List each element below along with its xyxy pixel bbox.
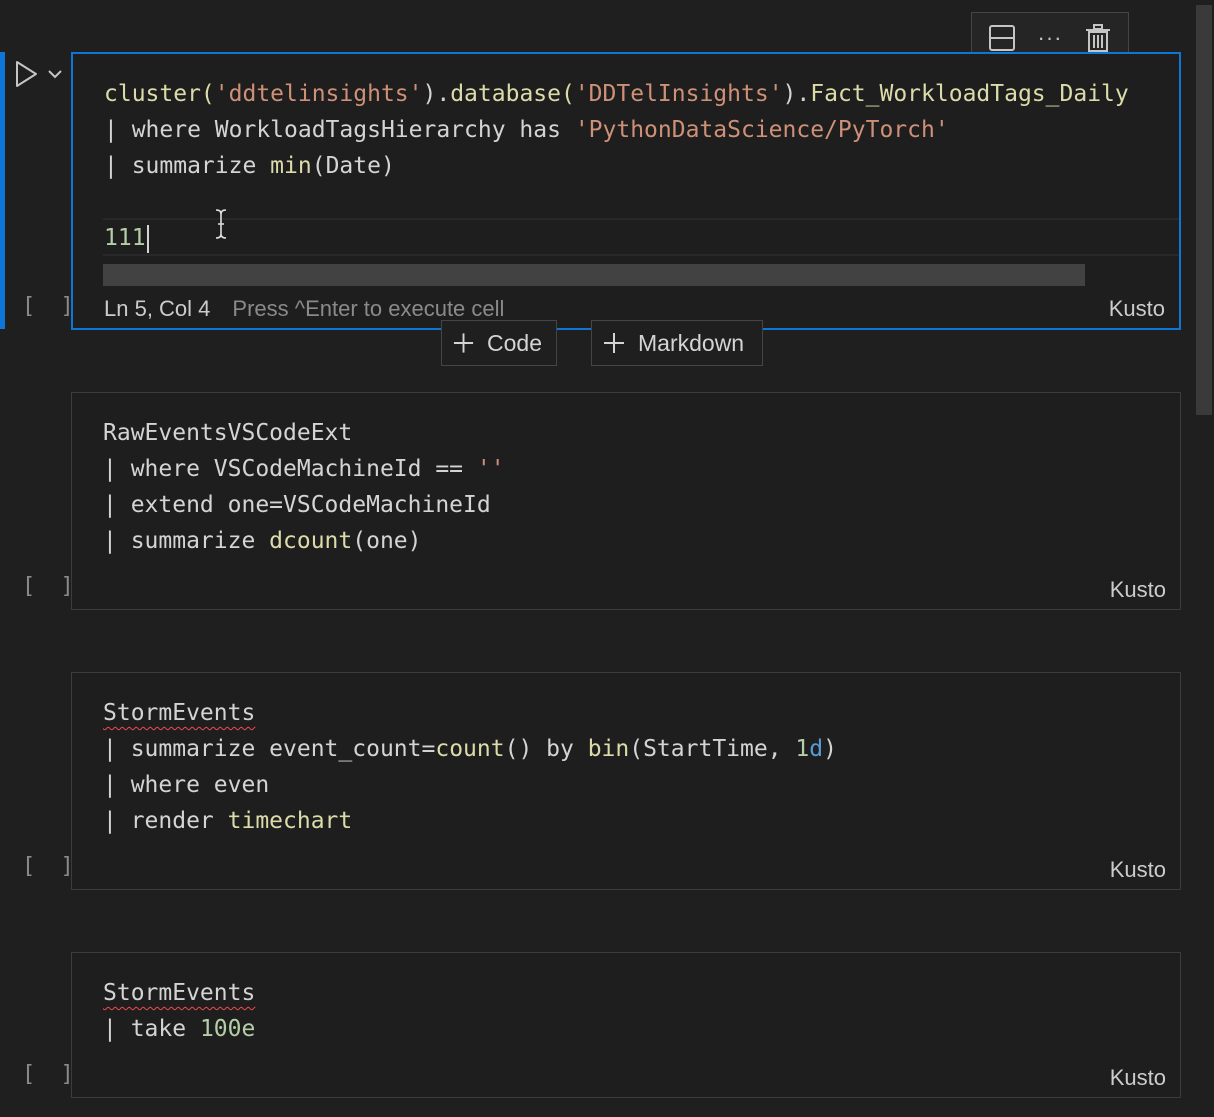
more-actions-icon: ··· xyxy=(1037,25,1063,50)
code-line[interactable]: cluster('ddtelinsights').database('DDTel… xyxy=(104,76,1129,112)
horizontal-scrollbar[interactable] xyxy=(103,264,1085,286)
text-cursor-icon xyxy=(215,209,227,239)
code-editor[interactable]: StormEvents | summarize event_count=count… xyxy=(103,695,837,839)
code-token: RawEventsVSCodeExt xyxy=(103,420,353,446)
code-line[interactable] xyxy=(104,184,1129,220)
code-line[interactable]: | extend one=VSCodeMachineId xyxy=(103,487,505,523)
delete-icon xyxy=(1086,24,1110,52)
play-icon xyxy=(16,61,37,87)
code-line[interactable]: | where WorkloadTagsHierarchy has 'Pytho… xyxy=(104,112,1129,148)
text-caret xyxy=(146,224,149,253)
more-actions-button[interactable]: ··· xyxy=(1032,20,1068,56)
code-token: ). xyxy=(422,81,451,107)
run-cell-button[interactable] xyxy=(12,60,40,88)
add-code-cell-button[interactable]: Code xyxy=(441,320,557,366)
code-cell[interactable]: cluster('ddtelinsights').database('DDTel… xyxy=(71,52,1181,330)
code-token: database( xyxy=(450,81,575,107)
cell-language-label[interactable]: Kusto xyxy=(1110,1065,1166,1091)
code-line[interactable]: | where VSCodeMachineId == '' xyxy=(103,451,505,487)
add-markdown-label: Markdown xyxy=(638,329,745,356)
cell-language-label[interactable]: Kusto xyxy=(1109,296,1165,322)
code-token: 'ddtelinsights' xyxy=(214,81,423,107)
code-token: d xyxy=(809,736,824,762)
code-token: 111 xyxy=(104,225,146,251)
execute-hint: Press ^Enter to execute cell xyxy=(232,296,505,321)
code-token: 'DDTelInsights' xyxy=(574,81,783,107)
code-token: count xyxy=(435,736,505,762)
code-token: StormEvents xyxy=(103,980,256,1006)
code-cell[interactable]: RawEventsVSCodeExt | where VSCodeMachineI… xyxy=(71,392,1181,610)
add-code-label: Code xyxy=(487,329,542,356)
code-token: | where WorkloadTagsHierarchy has xyxy=(104,117,575,143)
code-token: | render xyxy=(103,808,228,834)
code-token: | where VSCodeMachineId == xyxy=(103,456,477,482)
code-token: min xyxy=(270,153,312,179)
code-token: | where even xyxy=(103,772,270,798)
cell-language-label[interactable]: Kusto xyxy=(1110,577,1166,603)
cell-status-bar: Ln 5, Col 4 Press ^Enter to execute cell xyxy=(104,296,504,322)
code-line[interactable]: | take 100e xyxy=(103,1011,255,1047)
code-token: bin xyxy=(587,736,630,762)
code-token: (Date) xyxy=(311,153,395,179)
code-line[interactable]: | summarize min(Date) xyxy=(104,148,1129,184)
code-token: ). xyxy=(782,81,811,107)
cursor-position: Ln 5, Col 4 xyxy=(104,296,211,321)
plus-icon xyxy=(453,333,474,353)
code-line[interactable]: StormEvents xyxy=(103,975,255,1011)
code-cell[interactable]: StormEvents | summarize event_count=count… xyxy=(71,672,1181,890)
code-token: 1 xyxy=(795,736,810,762)
code-token: '' xyxy=(476,456,505,482)
scrollbar-track[interactable] xyxy=(1194,0,1214,1117)
cell-language-label[interactable]: Kusto xyxy=(1110,857,1166,883)
code-line[interactable]: StormEvents xyxy=(103,695,837,731)
code-token: dcount xyxy=(269,528,353,554)
code-token: StormEvents xyxy=(103,700,256,726)
chevron-down-icon xyxy=(48,70,62,79)
execution-count: [ ] xyxy=(22,574,80,599)
active-cell-indicator xyxy=(0,52,5,329)
add-markdown-cell-button[interactable]: Markdown xyxy=(591,320,763,366)
run-options-button[interactable] xyxy=(45,64,65,84)
code-line[interactable]: 111 xyxy=(104,220,1129,256)
execution-count: [ ] xyxy=(22,294,80,319)
split-cell-button[interactable] xyxy=(984,20,1020,56)
code-token: (StartTime, xyxy=(629,736,796,762)
code-line[interactable]: | summarize event_count=count() by bin(S… xyxy=(103,731,837,767)
execution-count: [ ] xyxy=(22,1062,80,1087)
code-token: | extend one=VSCodeMachineId xyxy=(103,492,491,518)
code-line[interactable]: | where even xyxy=(103,767,837,803)
code-token: | summarize event_count= xyxy=(103,736,436,762)
execution-count: [ ] xyxy=(22,854,80,879)
code-token: () by xyxy=(504,736,588,762)
delete-cell-button[interactable] xyxy=(1080,20,1116,56)
code-token: 'PythonDataScience/PyTorch' xyxy=(574,117,949,143)
code-line[interactable]: RawEventsVSCodeExt xyxy=(103,415,505,451)
code-line[interactable]: | render timechart xyxy=(103,803,837,839)
code-token: cluster( xyxy=(104,81,215,107)
code-token: 100e xyxy=(199,1016,256,1042)
code-token: ) xyxy=(823,736,837,762)
split-cell-icon xyxy=(989,25,1015,51)
code-token: | summarize xyxy=(104,153,271,179)
code-token: | summarize xyxy=(103,528,270,554)
code-line[interactable]: | summarize dcount(one) xyxy=(103,523,505,559)
code-editor[interactable]: RawEventsVSCodeExt | where VSCodeMachineI… xyxy=(103,415,505,559)
code-token: Fact_WorkloadTags_Daily xyxy=(810,81,1129,107)
code-editor[interactable]: StormEvents | take 100e xyxy=(103,975,255,1047)
code-token: (one) xyxy=(352,528,422,554)
code-token: timechart xyxy=(227,808,353,834)
plus-icon xyxy=(604,333,624,353)
code-cell[interactable]: StormEvents | take 100e Kusto xyxy=(71,952,1181,1098)
code-editor[interactable]: cluster('ddtelinsights').database('DDTel… xyxy=(104,76,1129,256)
code-token: | take xyxy=(103,1016,200,1042)
scrollbar-thumb[interactable] xyxy=(1196,5,1212,415)
